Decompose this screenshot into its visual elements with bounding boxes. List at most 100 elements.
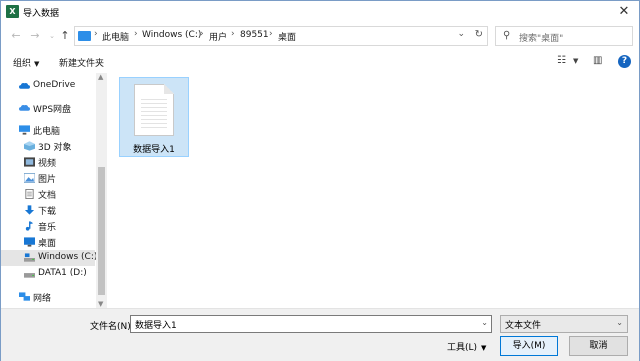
view-options-caret-icon[interactable]: ▼ [573,57,578,71]
file-type-chevron-icon: ⌄ [616,318,623,327]
dialog-footer: 文件名(N): 数据导入1 ⌄ 文本文件 ⌄ 工具(L) ▼ 导入(M) 取消 [1,308,639,361]
drive-icon [24,273,35,278]
network-icon [19,292,30,301]
cube-icon [24,141,35,151]
desktop-icon [24,237,35,247]
search-placeholder: 搜索"桌面" [519,34,564,44]
text-line [141,119,167,120]
title-bar: X 导入数据 ✕ [1,1,639,23]
filename-value: 数据导入1 [135,321,177,331]
breadcrumb-separator-icon: › [231,29,235,39]
sidebar-item-desktop[interactable]: 桌面 [1,234,95,250]
file-type-select[interactable]: 文本文件 ⌄ [500,315,628,333]
forward-arrow-icon[interactable]: → [26,27,44,45]
sidebar-item-videos[interactable]: 视频 [1,154,95,170]
sidebar-item-label: 网络 [33,294,52,304]
back-arrow-icon[interactable]: ← [7,27,25,45]
document-icon [25,189,34,199]
breadcrumb-separator-icon: › [94,29,98,39]
cloud-icon [19,105,30,111]
up-arrow-icon[interactable]: ↑ [56,27,74,45]
text-document-icon [134,84,174,136]
navigation-bar: ← → ⌄ ↑ › 此电脑 › Windows (C:) › 用户 › 8955… [1,23,639,51]
import-data-dialog: X 导入数据 ✕ ← → ⌄ ↑ › 此电脑 › Windows (C:) › … [0,0,640,361]
search-icon: ⚲ [503,30,511,41]
cancel-button[interactable]: 取消 [569,336,628,356]
sidebar-item-label: 视频 [38,159,57,169]
breadcrumb-user[interactable]: 89551 [240,30,269,40]
import-button[interactable]: 导入(M) [500,336,558,356]
sidebar-item-label: OneDrive [33,80,76,90]
text-line [141,127,167,128]
sidebar-item-music[interactable]: 音乐 [1,218,95,234]
picture-icon [24,173,35,183]
breadcrumb-this-pc[interactable]: 此电脑 [102,30,129,43]
file-name: 数据导入1 [133,145,175,155]
sidebar-item-drive-c[interactable]: Windows (C:) [1,250,98,266]
onedrive-cloud-icon [19,83,30,89]
navigation-pane: OneDrive WPS网盘 此电脑 3D 对象 视频 图片 文档 下载 音乐 … [1,73,107,308]
address-dropdown-chevron-icon[interactable]: ⌄ [457,29,465,39]
sidebar-item-label: DATA1 (D:) [38,268,87,278]
text-line [141,123,167,124]
sidebar-item-network[interactable]: 网络 [1,289,95,305]
file-list-pane: 数据导入1 [107,73,639,308]
drive-icon [24,253,35,262]
refresh-icon[interactable]: ↻ [475,29,483,40]
sidebar-item-label: WPS网盘 [33,105,72,115]
sidebar-item-label: 下载 [38,207,57,217]
sidebar-item-label: 图片 [38,175,57,185]
music-icon [25,221,34,231]
breadcrumb-separator-icon: › [269,29,273,39]
command-toolbar: 组织 ▼ 新建文件夹 ☷ ▼ ▥ ? [1,51,639,73]
text-line [141,111,167,112]
search-box[interactable]: ⚲ 搜索"桌面" [495,26,633,46]
text-line [141,115,167,116]
excel-icon: X [6,5,19,18]
sidebar-item-this-pc[interactable]: 此电脑 [1,122,95,138]
filename-dropdown-chevron-icon[interactable]: ⌄ [481,318,488,327]
tools-caret-icon: ▼ [481,344,487,352]
close-icon[interactable]: ✕ [615,3,633,21]
text-line [141,103,167,104]
organize-caret-icon: ▼ [34,60,40,68]
window-title: 导入数据 [23,9,60,19]
filename-label: 文件名(N): [90,322,134,332]
view-options-icon[interactable]: ☷ [557,55,566,69]
tools-menu-button[interactable]: 工具(L) ▼ [447,340,486,353]
breadcrumb-users[interactable]: 用户 [209,30,227,43]
sidebar-item-onedrive[interactable]: OneDrive [1,78,95,94]
file-item[interactable]: 数据导入1 [119,77,189,157]
scroll-down-arrow-icon[interactable]: ▼ [98,300,103,308]
breadcrumb-separator-icon: › [134,29,138,39]
sidebar-item-drive-d[interactable]: DATA1 (D:) [1,266,95,282]
text-line [141,107,167,108]
address-bar[interactable]: › 此电脑 › Windows (C:) › 用户 › 89551 › 桌面 ⌄… [74,26,488,46]
sidebar-item-documents[interactable]: 文档 [1,186,95,202]
download-icon [24,205,35,215]
computer-icon [78,31,91,41]
sidebar-item-pictures[interactable]: 图片 [1,170,95,186]
new-folder-button[interactable]: 新建文件夹 [59,56,104,69]
organize-label: 组织 [13,59,32,69]
scroll-up-arrow-icon[interactable]: ▲ [98,73,103,81]
video-icon [24,157,35,167]
scrollbar-thumb[interactable] [98,167,105,295]
sidebar-item-wps-cloud[interactable]: WPS网盘 [1,100,95,116]
sidebar-item-label: Windows (C:) [38,252,98,262]
breadcrumb-drive-c[interactable]: Windows (C:) [142,30,201,40]
sidebar-item-3d-objects[interactable]: 3D 对象 [1,138,95,154]
sidebar-item-downloads[interactable]: 下载 [1,202,95,218]
breadcrumb-desktop[interactable]: 桌面 [278,30,296,43]
sidebar-item-label: 3D 对象 [38,143,72,153]
computer-icon [19,125,30,135]
page-fold-icon [164,84,174,94]
sidebar-item-label: 此电脑 [33,127,61,137]
sidebar-scrollbar[interactable]: ▲ ▼ [96,73,107,308]
filename-input[interactable]: 数据导入1 ⌄ [130,315,492,333]
sidebar-item-label: 音乐 [38,223,57,233]
help-icon[interactable]: ? [618,55,631,68]
organize-button[interactable]: 组织 ▼ [13,56,39,69]
file-type-value: 文本文件 [505,321,542,331]
preview-pane-icon[interactable]: ▥ [593,55,602,69]
